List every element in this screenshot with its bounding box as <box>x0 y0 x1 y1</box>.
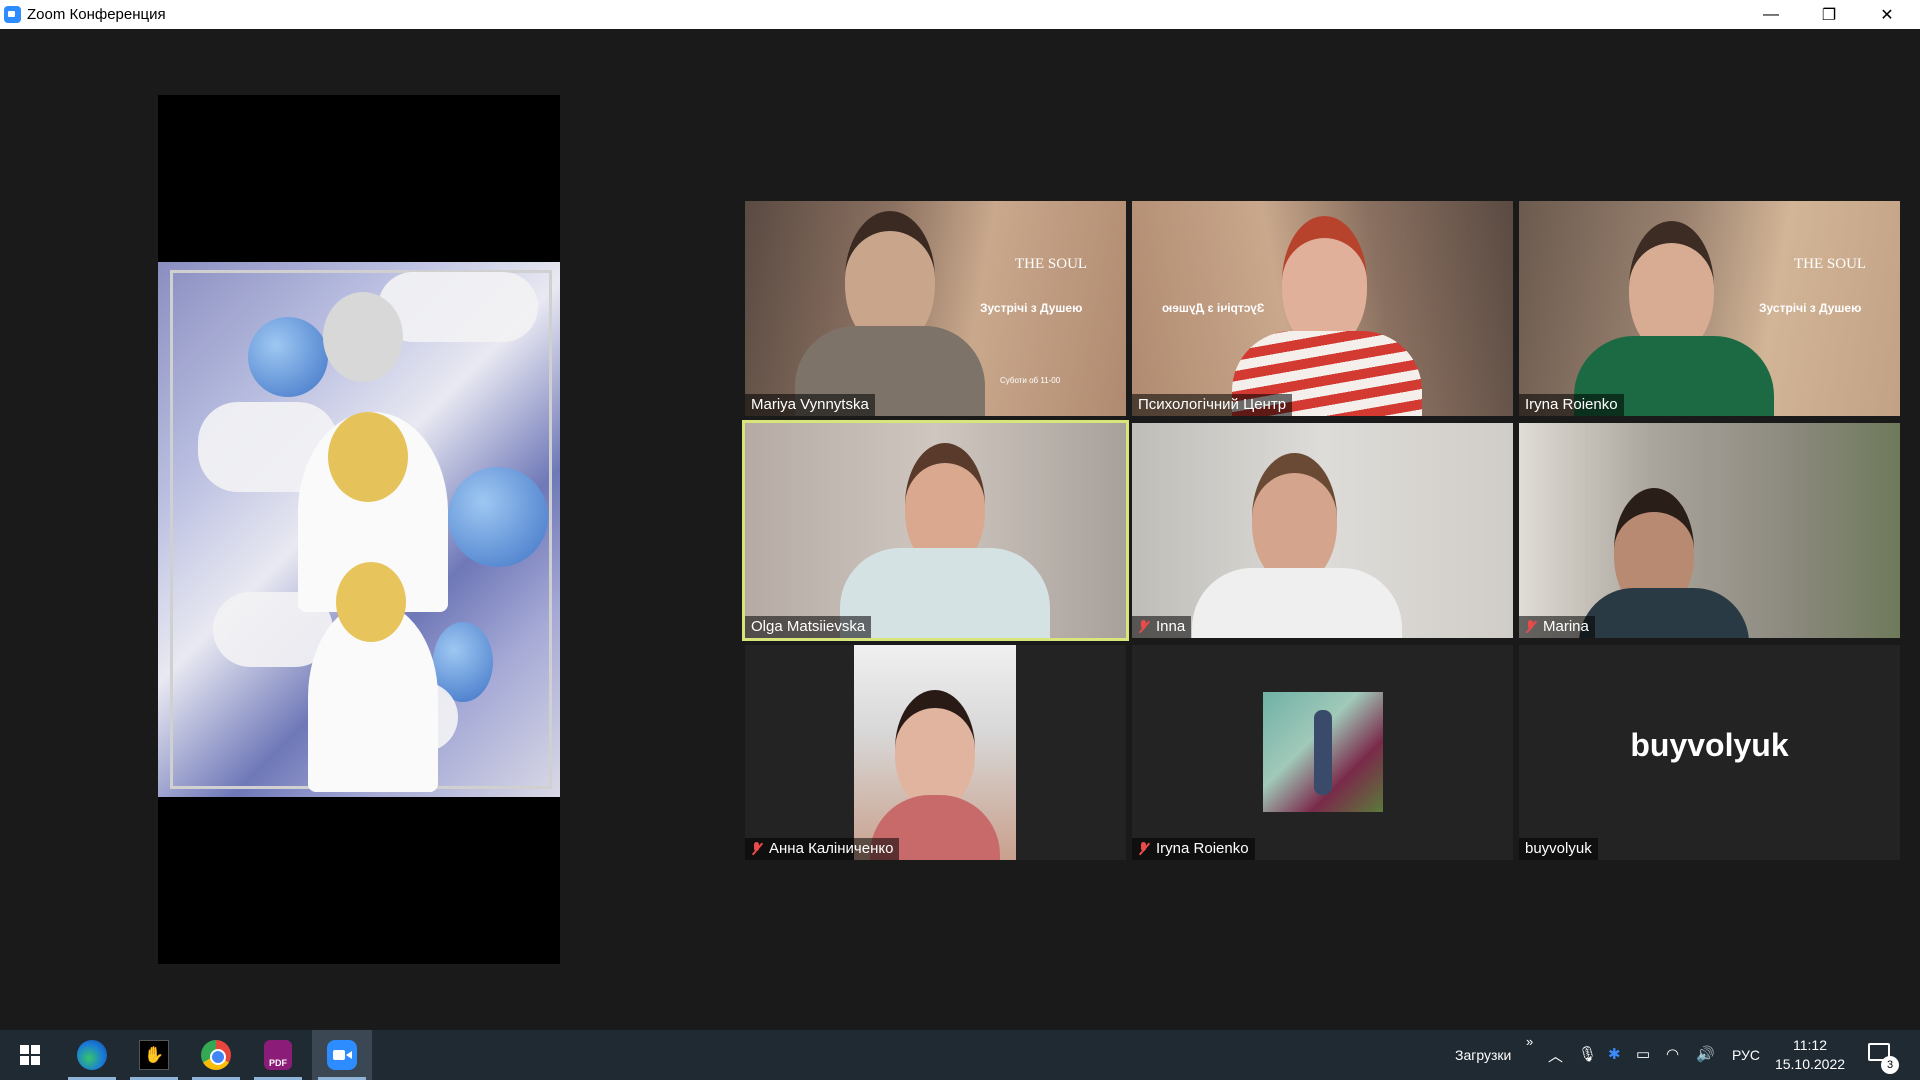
participant-name-tag: Inna <box>1132 616 1192 638</box>
minimize-button[interactable]: — <box>1742 0 1800 29</box>
hand-app-icon: ✋ <box>139 1040 169 1070</box>
clock-time: 11:12 <box>1793 1037 1827 1053</box>
taskbar-chrome[interactable] <box>186 1030 246 1080</box>
taskbar-app[interactable]: ✋ <box>124 1030 184 1080</box>
video-tile[interactable]: Marina <box>1519 423 1900 638</box>
close-button[interactable]: ✕ <box>1858 0 1916 29</box>
participant-face <box>1252 453 1337 583</box>
video-tile[interactable]: Зустрічі з Душею Психологічний Центр <box>1132 201 1513 416</box>
volume-icon[interactable]: 🔊 <box>1696 1045 1715 1063</box>
participant-body <box>840 548 1050 638</box>
video-tile[interactable]: Inna <box>1132 423 1513 638</box>
participant-name: Анна Каліниченко <box>769 840 894 857</box>
moon-shape <box>248 317 328 397</box>
toolbar-overflow-icon[interactable]: » <box>1526 1034 1533 1049</box>
video-tile[interactable]: Iryna Roienko <box>1132 645 1513 860</box>
shared-screen[interactable] <box>158 95 560 964</box>
mic-muted-icon <box>1138 842 1150 856</box>
taskbar-pdf[interactable]: PDF <box>248 1030 308 1080</box>
bluetooth-icon[interactable]: ✱ <box>1608 1045 1621 1063</box>
participant-name-tag: Olga Matsiievska <box>745 616 872 638</box>
windows-taskbar: ✋ PDF Загрузки » ︿ 🎙 ✱ ▭ ◠ 🔊 РУС 11:12 1… <box>0 1030 1920 1080</box>
restore-button[interactable]: ❐ <box>1800 0 1858 29</box>
chrome-browser-icon <box>201 1040 231 1070</box>
video-tile-active-speaker[interactable]: Olga Matsiievska <box>742 420 1129 641</box>
mic-muted-icon <box>1525 620 1537 634</box>
start-button[interactable] <box>0 1030 60 1080</box>
video-tile[interactable]: THE SOUL Зустрічі з Душею Суботи об 11-0… <box>745 201 1126 416</box>
participant-name: Психологічний Центр <box>1138 396 1287 413</box>
mic-muted-icon <box>751 842 763 856</box>
window-title: Zoom Конференция <box>27 6 166 23</box>
video-tile[interactable]: THE SOUL Зустрічі з Душею Iryna Roienko <box>1519 201 1900 416</box>
poster-heading: Зустрічі з Душею <box>1162 301 1265 315</box>
taskbar-edge[interactable] <box>62 1030 122 1080</box>
participant-name-tag: Iryna Roienko <box>1519 394 1624 416</box>
participant-name-tag: Психологічний Центр <box>1132 394 1293 416</box>
participant-name: Marina <box>1543 618 1589 635</box>
participant-name-tag: Mariya Vynnytska <box>745 394 875 416</box>
shared-artwork-image <box>158 262 560 797</box>
taskbar-zoom[interactable] <box>312 1030 372 1080</box>
poster-schedule: Суботи об 11-00 <box>1000 376 1061 385</box>
clock-date: 15.10.2022 <box>1774 1056 1846 1072</box>
zoom-app-icon <box>327 1040 357 1070</box>
video-tile[interactable]: Анна Каліниченко <box>745 645 1126 860</box>
participant-face <box>1629 221 1714 353</box>
participant-name: Olga Matsiievska <box>751 618 866 635</box>
participant-body <box>1192 568 1402 638</box>
participant-name-tag: buyvolyuk <box>1519 838 1598 860</box>
wifi-icon[interactable]: ◠ <box>1666 1045 1679 1063</box>
poster-brand: THE SOUL <box>1015 256 1088 272</box>
figure-head <box>328 412 408 502</box>
poster-heading: Зустрічі з Душею <box>1759 301 1862 315</box>
edge-browser-icon <box>77 1040 107 1070</box>
moon-shape <box>448 467 548 567</box>
zoom-app-icon <box>4 6 21 23</box>
figure-head <box>336 562 406 642</box>
participant-name: Iryna Roienko <box>1525 396 1618 413</box>
no-video-name-label: buyvolyuk <box>1630 727 1789 763</box>
system-clock[interactable]: 11:12 15.10.2022 <box>1770 1036 1850 1074</box>
pdf-app-icon: PDF <box>264 1040 292 1070</box>
video-tile-video-off[interactable]: buyvolyuk buyvolyuk <box>1519 645 1900 860</box>
mic-muted-icon <box>1138 620 1150 634</box>
participant-name-tag: Iryna Roienko <box>1132 838 1255 860</box>
poster-brand: THE SOUL <box>1794 256 1867 272</box>
poster-heading: Зустрічі з Душею <box>980 301 1083 315</box>
participant-figure <box>1314 710 1332 795</box>
participant-name-tag: Анна Каліниченко <box>745 838 900 860</box>
microphone-icon[interactable]: 🎙 <box>1578 1045 1597 1063</box>
input-language[interactable]: РУС <box>1732 1030 1760 1080</box>
show-hidden-icons-chevron-icon[interactable]: ︿ <box>1548 1045 1563 1066</box>
title-bar: Zoom Конференция — ❐ ✕ <box>0 0 1920 29</box>
participant-name: Inna <box>1156 618 1186 635</box>
participant-face <box>1282 216 1367 348</box>
battery-icon[interactable]: ▭ <box>1636 1045 1650 1063</box>
downloads-toolbar[interactable]: Загрузки <box>1455 1030 1511 1080</box>
participant-name-tag: Marina <box>1519 616 1595 638</box>
participant-name: buyvolyuk <box>1525 840 1592 857</box>
participant-face <box>895 690 975 808</box>
participant-name: Mariya Vynnytska <box>751 396 869 413</box>
participant-name: Iryna Roienko <box>1156 840 1249 857</box>
notification-count-badge: 3 <box>1881 1056 1899 1074</box>
windows-logo-icon <box>20 1045 40 1065</box>
meeting-area: THE SOUL Зустрічі з Душею Суботи об 11-0… <box>0 29 1920 1030</box>
figure-head <box>323 292 403 382</box>
